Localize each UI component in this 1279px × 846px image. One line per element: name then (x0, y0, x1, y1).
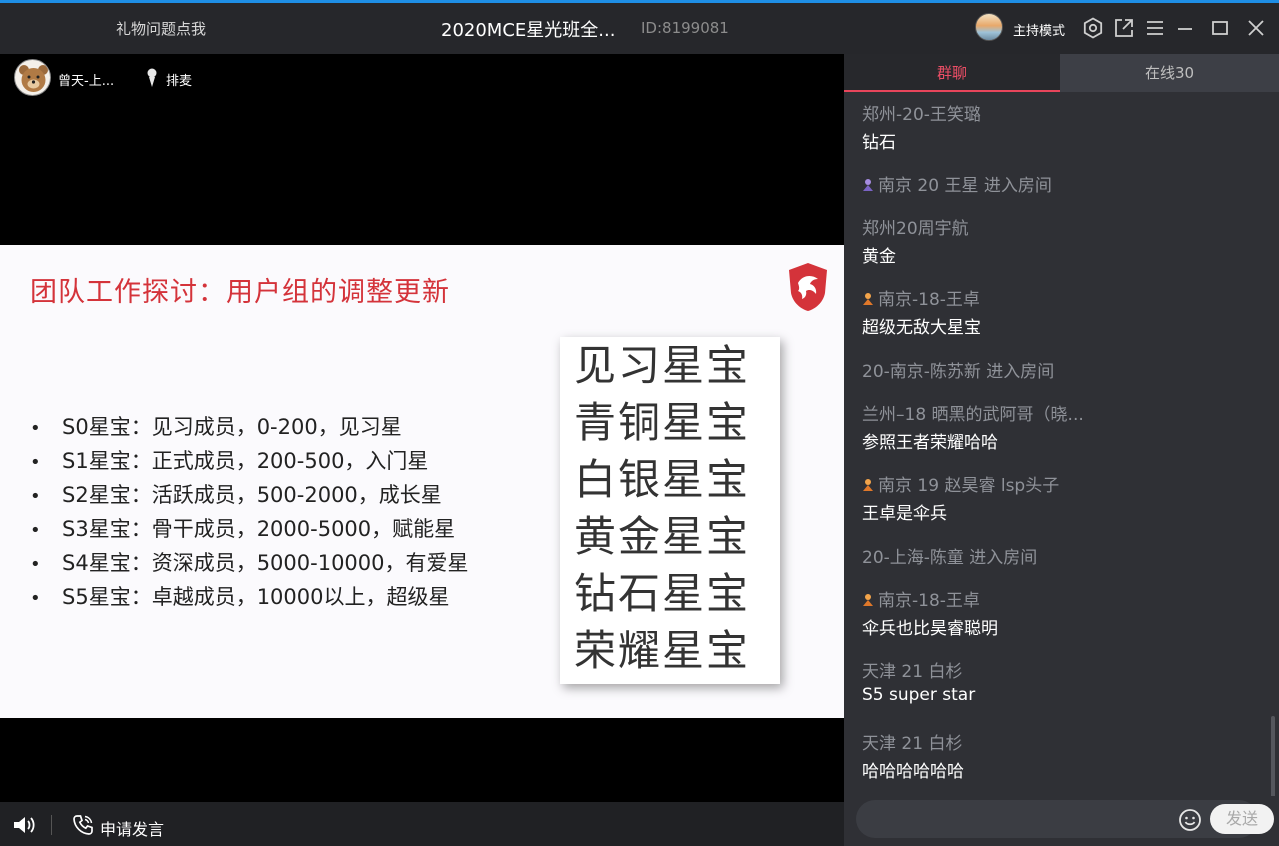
queue-mic-button[interactable]: 排麦 (166, 70, 192, 89)
settings-icon[interactable] (1081, 16, 1105, 40)
tab-online-users[interactable]: 在线30 (1060, 54, 1279, 92)
divider (51, 815, 52, 835)
list-item: • S1星宝：正式成员，200-500，入门星 (30, 449, 429, 473)
user-level-badge-icon (863, 479, 873, 491)
user-level-badge-icon (863, 293, 873, 305)
video-stage: 曾天-上... 排麦 团队工作探讨：用户组的调整更新 • S0星宝：见习成员，0-… (0, 54, 844, 802)
speaker-icon[interactable] (12, 814, 36, 836)
badge-name: 青铜星宝 (574, 398, 751, 447)
presenter-name: 曾天-上... (58, 74, 115, 89)
list-item: • S4星宝：资深成员，5000-10000，有爱星 (30, 551, 469, 575)
msi-shield-logo-icon (786, 261, 830, 313)
message-text: 伞兵也比昊睿聪明 (862, 619, 998, 639)
list-item: • S5星宝：卓越成员，10000以上，超级星 (30, 585, 450, 609)
message-sender: 南京 19 赵昊睿 lsp头子 (862, 471, 1059, 496)
message-text: 哈哈哈哈哈哈 (862, 762, 964, 782)
presentation-slide: 团队工作探讨：用户组的调整更新 • S0星宝：见习成员，0-200，见习星 • S1… (0, 245, 844, 718)
host-avatar[interactable] (975, 13, 1003, 41)
message-sender: 20-南京-陈苏新 进入房间 (862, 362, 1055, 382)
tier-list: • S0星宝：见习成员，0-200，见习星 • S1星宝：正式成员，200-500，… (30, 410, 469, 614)
badge-card: 见习星宝 青铜星宝 白银星宝 黄金星宝 钻石星宝 荣耀星宝 (560, 337, 780, 684)
user-level-badge-icon (863, 594, 873, 606)
message-text: 王卓是伞兵 (862, 504, 947, 524)
message-sender: 天津 21 白杉 (862, 662, 963, 682)
badge-name: 白银星宝 (574, 455, 751, 504)
title-bar: 礼物问题点我 2020MCE星光班全... ID:8199081 主持模式 (0, 0, 1279, 54)
message-text: 参照王者荣耀哈哈 (862, 433, 998, 453)
minimize-icon[interactable] (1173, 16, 1197, 40)
room-title: 2020MCE星光班全... (441, 20, 616, 41)
emoji-icon[interactable] (1178, 808, 1202, 832)
popout-icon[interactable] (1112, 16, 1136, 40)
room-id: ID:8199081 (641, 19, 729, 37)
message-sender: 20-上海-陈童 进入房间 (862, 548, 1038, 568)
list-item: • S2星宝：活跃成员，500-2000，成长星 (30, 483, 442, 507)
message-text: 钻石 (862, 133, 896, 153)
message-list: 郑州-20-王笑璐 钻石 南京 20 王星 进入房间 郑州20周宇航 黄金 南京… (844, 96, 1279, 796)
presenter-avatar[interactable] (14, 59, 51, 96)
phone-icon[interactable] (72, 814, 94, 836)
send-button[interactable]: 发送 (1210, 804, 1274, 834)
badge-name: 见习星宝 (574, 341, 751, 390)
menu-icon[interactable] (1143, 16, 1167, 40)
tab-group-chat[interactable]: 群聊 (844, 54, 1060, 92)
close-icon[interactable] (1244, 16, 1268, 40)
message-text: S5 super star (862, 685, 976, 705)
message-sender: 南京 20 王星 进入房间 (862, 171, 1052, 196)
gift-help-link[interactable]: 礼物问题点我 (116, 18, 206, 39)
list-item: • S0星宝：见习成员，0-200，见习星 (30, 415, 402, 439)
badge-name: 荣耀星宝 (574, 626, 751, 675)
message-text: 超级无敌大星宝 (862, 318, 981, 338)
host-mode-label[interactable]: 主持模式 (1013, 20, 1065, 39)
chat-input[interactable]: 发送 (856, 800, 1274, 838)
message-sender: 南京-18-王卓 (862, 586, 980, 611)
message-sender: 郑州20周宇航 (862, 219, 969, 239)
chat-scrollbar[interactable] (1271, 716, 1275, 796)
message-sender: 兰州–18 晒黑的武阿哥（晓... (862, 405, 1084, 425)
maximize-icon[interactable] (1208, 16, 1232, 40)
list-item: • S3星宝：骨干成员，2000-5000，赋能星 (30, 517, 456, 541)
message-sender: 郑州-20-王笑璐 (862, 105, 981, 125)
apply-speak-button[interactable]: 申请发言 (100, 816, 164, 840)
bottom-toolbar: 申请发言 (0, 802, 844, 846)
message-sender: 天津 21 白杉 (862, 734, 963, 754)
badge-name: 黄金星宝 (574, 512, 751, 561)
user-level-badge-icon (863, 179, 873, 191)
microphone-icon[interactable] (143, 68, 161, 88)
slide-title: 团队工作探讨：用户组的调整更新 (30, 277, 450, 308)
chat-panel: 群聊 在线30 郑州-20-王笑璐 钻石 南京 20 王星 进入房间 郑州20周… (844, 54, 1279, 846)
badge-name: 钻石星宝 (574, 569, 751, 618)
message-text: 黄金 (862, 247, 896, 267)
message-sender: 南京-18-王卓 (862, 285, 980, 310)
